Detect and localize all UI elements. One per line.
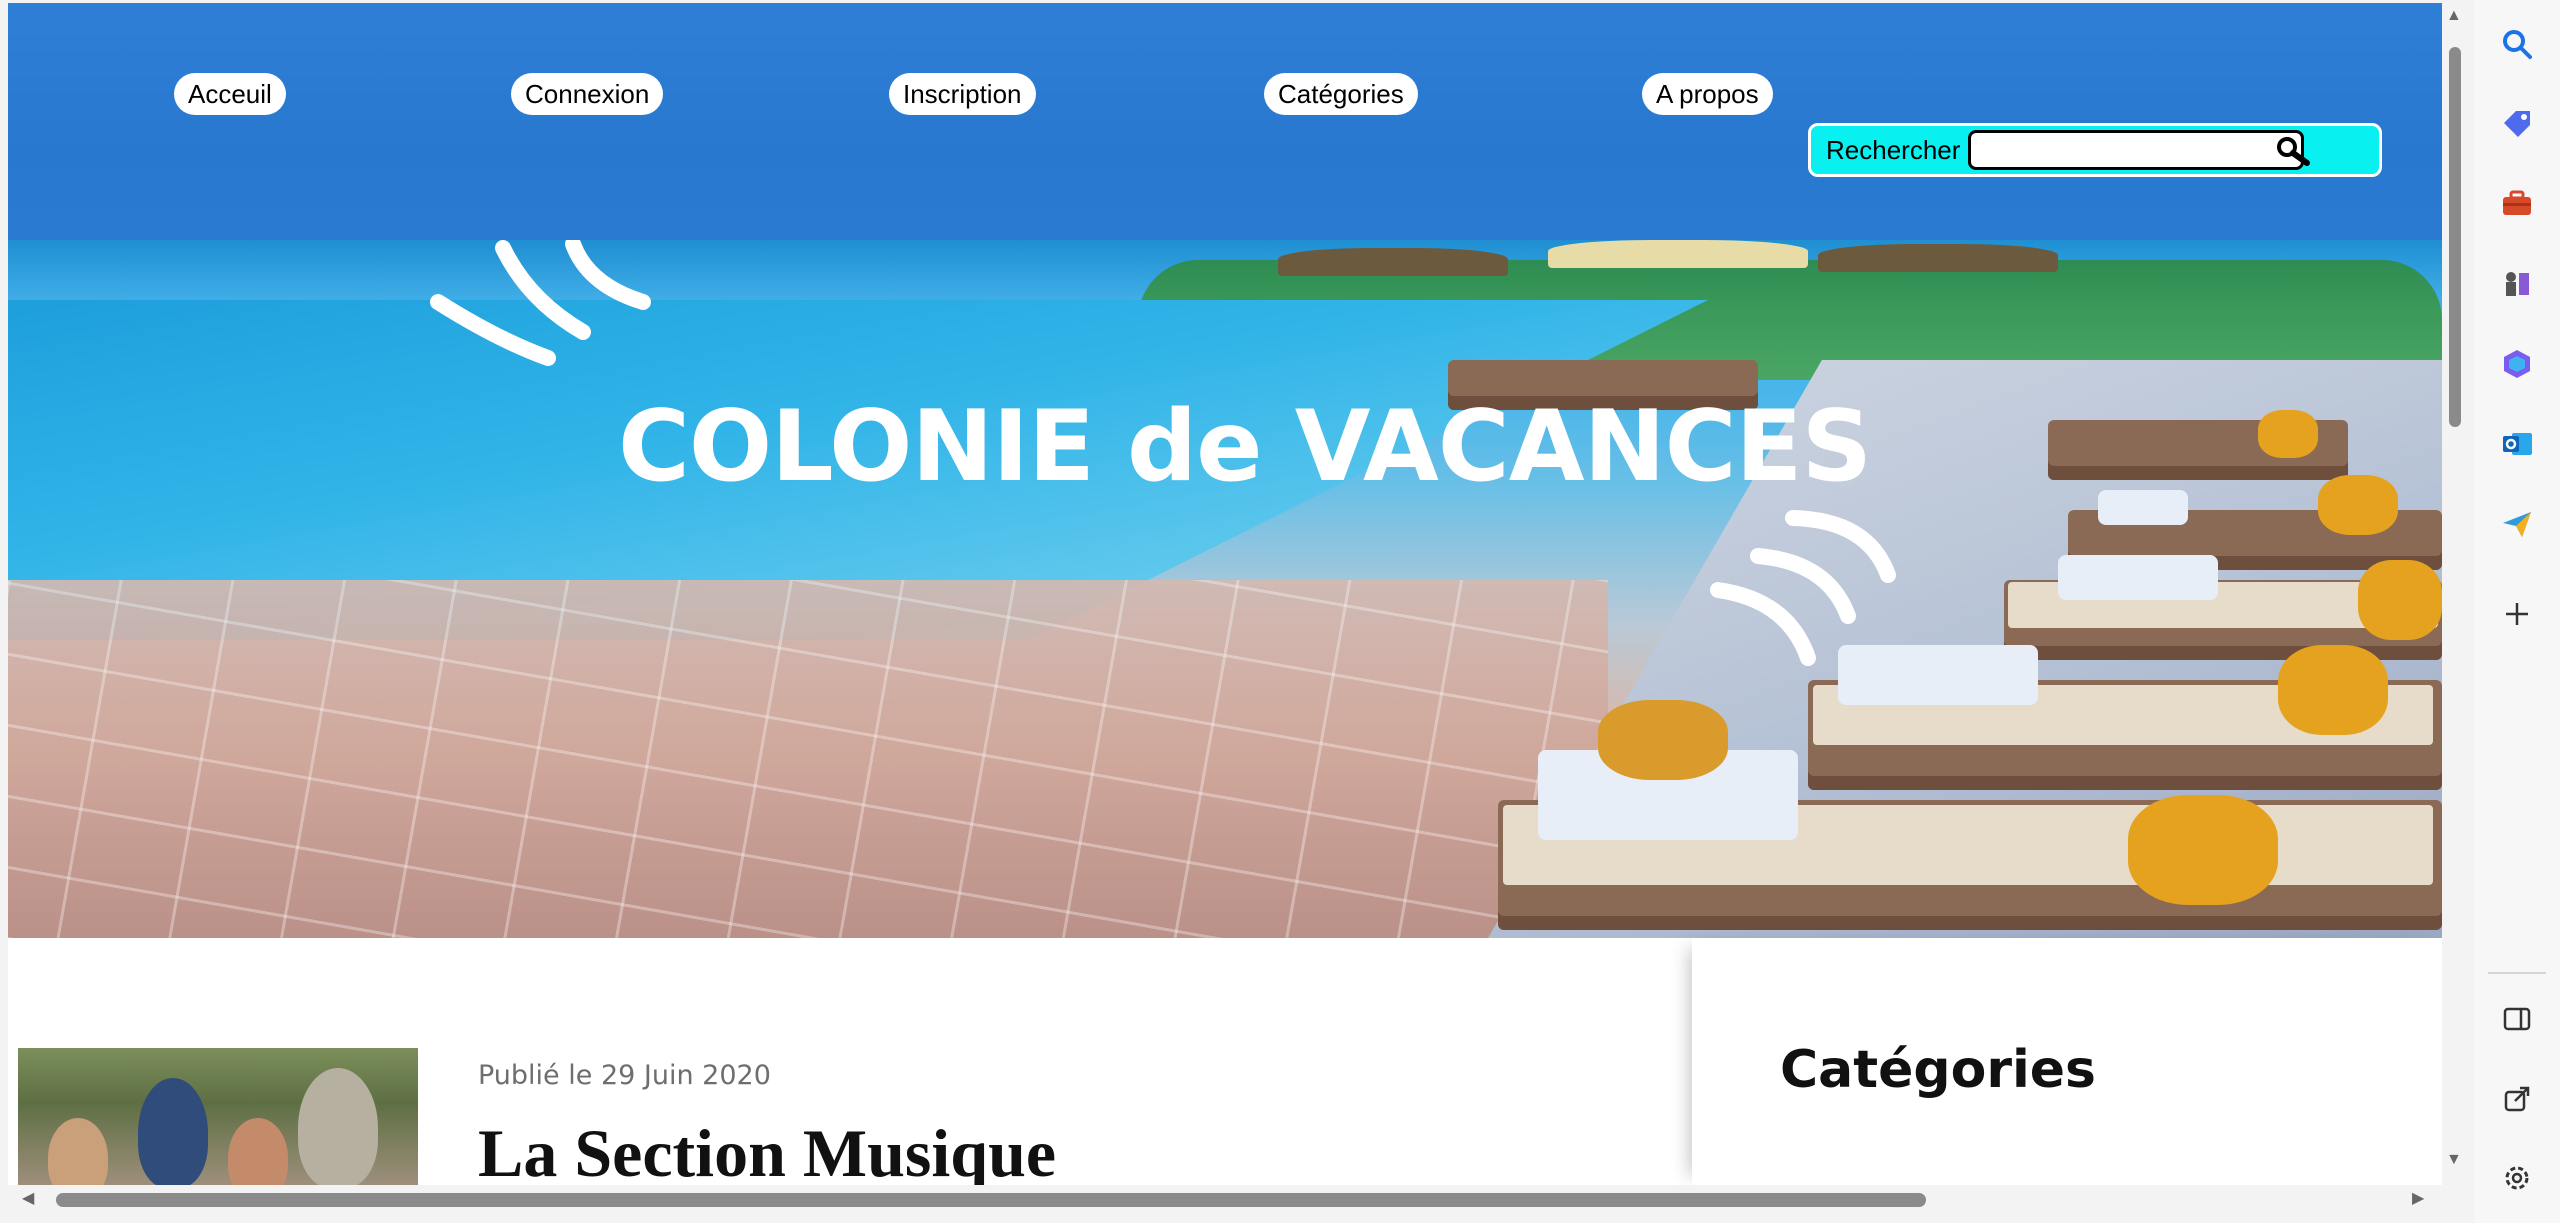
swoosh-decoration (430, 240, 651, 366)
scroll-right-arrow-icon[interactable]: ▶ (2412, 1188, 2424, 1208)
scroll-up-arrow-icon[interactable]: ▲ (2446, 7, 2462, 25)
towel (2058, 555, 2218, 600)
browser-sidebar (2474, 0, 2560, 1223)
chess-icon[interactable] (2495, 262, 2539, 306)
search-box: Rechercher (1808, 123, 2382, 177)
pillow (2358, 560, 2442, 640)
post-title[interactable]: La Section Musique (478, 1114, 1056, 1185)
nav-connexion[interactable]: Connexion (511, 73, 664, 115)
cabana-roof (1278, 248, 1508, 276)
site-header: Acceuil Connexion Inscription Catégories… (8, 3, 2442, 240)
outlook-icon[interactable] (2495, 422, 2539, 466)
pillow (2128, 795, 2278, 905)
sidebar-column: Catégories (1692, 938, 2442, 1185)
horizontal-scrollbar[interactable]: ◀ ▶ (8, 1185, 2442, 1213)
search-label: Rechercher (1826, 134, 1961, 165)
sidebar-divider (2488, 972, 2546, 974)
hero-title: COLONIE de VACANCES (618, 390, 1872, 504)
search-icon[interactable] (2273, 134, 2317, 170)
post-date: Publié le 29 Juin 2020 (478, 1060, 771, 1091)
horizontal-scroll-thumb[interactable] (56, 1193, 1926, 1207)
browser-viewport: Acceuil Connexion Inscription Catégories… (8, 3, 2442, 1185)
hero-tiles (8, 580, 1608, 938)
open-external-icon[interactable] (2495, 1077, 2539, 1121)
vertical-scrollbar[interactable]: ▲ ▼ (2442, 3, 2466, 1185)
settings-icon[interactable] (2495, 1156, 2539, 1200)
main-column: Publié le 29 Juin 2020 La Section Musiqu… (8, 938, 1692, 1185)
tag-icon[interactable] (2495, 102, 2539, 146)
pillow (2278, 645, 2388, 735)
nav-inscription[interactable]: Inscription (889, 73, 1036, 115)
add-icon[interactable] (2495, 592, 2539, 636)
vertical-scroll-thumb[interactable] (2449, 47, 2461, 427)
nav-acceuil[interactable]: Acceuil (174, 73, 286, 115)
rolled-towel (1598, 700, 1728, 780)
pillow (2318, 475, 2398, 535)
scroll-down-arrow-icon[interactable]: ▼ (2446, 1151, 2462, 1169)
scroll-left-arrow-icon[interactable]: ◀ (22, 1188, 34, 1208)
nav-a-propos[interactable]: A propos (1642, 73, 1773, 115)
copilot-icon[interactable] (2495, 342, 2539, 386)
send-icon[interactable] (2495, 502, 2539, 546)
photo-person (48, 1118, 108, 1185)
toolbox-icon[interactable] (2495, 182, 2539, 226)
swoosh-decoration (1710, 510, 1896, 666)
post-thumbnail[interactable] (18, 1048, 418, 1185)
search-icon[interactable] (2495, 22, 2539, 66)
photo-person (298, 1068, 378, 1185)
hero-banner: COLONIE de VACANCES (8, 240, 2442, 938)
sidebar-title: Catégories (1780, 1040, 2097, 1100)
nav-categories[interactable]: Catégories (1264, 73, 1418, 115)
photo-person (228, 1118, 288, 1185)
content-area: Publié le 29 Juin 2020 La Section Musiqu… (8, 938, 2442, 1185)
pillow (2258, 410, 2318, 458)
cabana-roof (1818, 244, 2058, 272)
search-input[interactable] (1968, 130, 2305, 170)
photo-person (138, 1078, 208, 1185)
split-view-icon[interactable] (2495, 997, 2539, 1041)
umbrella (1548, 240, 1808, 268)
towel (2098, 490, 2188, 525)
